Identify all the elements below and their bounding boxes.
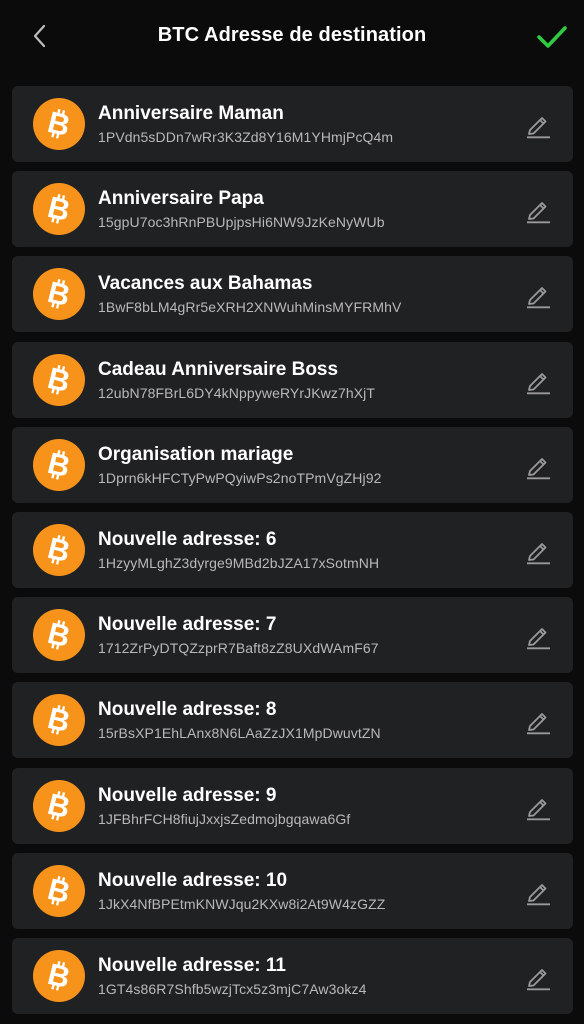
pencil-icon: [527, 117, 550, 139]
app-screen: BTC Adresse de destination B Anniversaire…: [0, 0, 584, 1024]
bitcoin-badge: B: [33, 98, 85, 150]
pencil-icon: [527, 202, 550, 224]
edit-button[interactable]: [523, 195, 553, 225]
address-value: 1712ZrPyDTQZzprR7Baft8zZ8UXdWAmF67: [98, 640, 379, 657]
address-label: Nouvelle adresse: 9: [98, 784, 277, 806]
edit-button[interactable]: [523, 110, 553, 140]
page-title: BTC Adresse de destination: [157, 24, 427, 46]
address-label: Nouvelle adresse: 8: [98, 699, 277, 721]
edit-button[interactable]: [523, 706, 553, 736]
bitcoin-icon: B: [44, 107, 73, 141]
bitcoin-icon: B: [44, 363, 73, 397]
bitcoin-badge: B: [33, 523, 85, 576]
pencil-icon: [527, 543, 550, 565]
bitcoin-badge: B: [33, 438, 85, 491]
pencil-icon: [527, 798, 550, 820]
bitcoin-icon: B: [44, 703, 73, 737]
bitcoin-icon: B: [44, 277, 73, 311]
pencil-icon: [527, 713, 550, 735]
bitcoin-badge: B: [33, 694, 85, 747]
bitcoin-badge: B: [33, 864, 85, 917]
address-item[interactable]: B Organisation mariage 1Dprn6kHFCTyPwPQyiw…: [12, 426, 573, 503]
bitcoin-icon: B: [44, 618, 73, 652]
address-value: 1GT4s86R7Shfb5wzjTcx5z3mjC7Aw3okz4: [98, 980, 367, 997]
address-label: Nouvelle adresse: 6: [98, 528, 277, 550]
edit-button[interactable]: [523, 451, 553, 481]
bitcoin-badge: B: [33, 609, 85, 662]
address-item[interactable]: B Nouvelle adresse: 7 1712ZrPyDTQZzprR7Baf…: [12, 597, 573, 674]
edit-button[interactable]: [523, 621, 553, 651]
address-label: Nouvelle adresse: 7: [98, 614, 277, 636]
top-bar: BTC Adresse de destination: [0, 0, 584, 72]
address-value: 1HzyyMLghZ3dyrge9MBd2bJZA17xSotmNH: [98, 554, 380, 571]
address-value: 1BwF8bLM4gRr5eXRH2XNWuhMinsMYFRMhV: [98, 299, 402, 316]
address-label: Anniversaire Maman: [98, 103, 284, 124]
edit-button[interactable]: [523, 877, 553, 907]
address-item[interactable]: B Nouvelle adresse: 6 1HzyyMLghZ3dyrge9MBd…: [12, 511, 573, 588]
check-icon: [537, 26, 567, 48]
bitcoin-icon: B: [44, 789, 73, 823]
pencil-icon: [527, 968, 550, 991]
bitcoin-badge: B: [33, 183, 85, 236]
address-label: Nouvelle adresse: 10: [98, 869, 288, 891]
address-value: 15gpU7oc3hRnPBUpjpsHi6NW9JzKeNyWUb: [98, 214, 385, 231]
address-value: 15rBsXP1EhLAnx8N6LAaZzJX1MpDwuvtZN: [98, 725, 381, 742]
address-label: Anniversaire Papa: [98, 188, 264, 210]
pencil-icon: [527, 287, 550, 309]
address-value: 12ubN78FBrL6DY4kNppyweRYrJKwz7hXjT: [98, 384, 376, 401]
address-value: 1JFBhrFCH8fiujJxxjsZedmojbgqawa6Gf: [98, 810, 351, 827]
address-item[interactable]: B Anniversaire Maman 1PVdn5sDDn7wRr3K3Zd8Y…: [12, 86, 573, 162]
pencil-icon: [527, 628, 550, 650]
address-label: Nouvelle adresse: 11: [98, 954, 286, 976]
edit-button[interactable]: [523, 536, 553, 566]
address-item[interactable]: B Anniversaire Papa 15gpU7oc3hRnPBUpjpsHi6…: [12, 171, 573, 248]
bitcoin-icon: B: [44, 959, 73, 993]
bitcoin-badge: B: [33, 353, 85, 406]
address-list: B Anniversaire Maman 1PVdn5sDDn7wRr3K3Zd8Y…: [12, 86, 573, 1023]
bitcoin-icon: B: [44, 192, 73, 226]
address-item[interactable]: B Nouvelle adresse: 8 15rBsXP1EhLAnx8N6LAa…: [12, 682, 573, 759]
confirm-button[interactable]: [532, 17, 572, 57]
bitcoin-icon: B: [44, 448, 73, 482]
edit-button[interactable]: [523, 792, 553, 822]
bitcoin-icon: B: [44, 874, 73, 908]
address-item[interactable]: B Nouvelle adresse: 10 1JkX4NfBPEtmKNWJqu2…: [12, 852, 573, 929]
address-value: 1PVdn5sDDn7wRr3K3Zd8Y16M1YHmjPcQ4m: [98, 129, 394, 145]
bitcoin-icon: B: [44, 533, 73, 567]
edit-button[interactable]: [523, 366, 553, 396]
bitcoin-badge: B: [33, 949, 85, 1002]
address-item[interactable]: B Vacances aux Bahamas 1BwF8bLM4gRr5eXRH2X…: [12, 256, 573, 333]
pencil-icon: [527, 372, 550, 394]
address-label: Organisation mariage: [98, 443, 294, 465]
bitcoin-badge: B: [33, 268, 85, 321]
edit-button[interactable]: [523, 280, 553, 310]
pencil-icon: [527, 883, 550, 905]
address-label: Cadeau Anniversaire Boss: [98, 358, 339, 380]
address-item[interactable]: B Nouvelle adresse: 11 1GT4s86R7Shfb5wzjTc…: [12, 937, 573, 1014]
edit-button[interactable]: [523, 962, 553, 992]
address-label: Vacances aux Bahamas: [98, 273, 313, 295]
pencil-icon: [527, 457, 550, 479]
address-item[interactable]: B Cadeau Anniversaire Boss 12ubN78FBrL6DY4…: [12, 341, 573, 418]
address-value: 1JkX4NfBPEtmKNWJqu2KXw8i2At9W4zGZZ: [98, 895, 386, 912]
bitcoin-badge: B: [33, 779, 85, 832]
address-item[interactable]: B Nouvelle adresse: 9 1JFBhrFCH8fiujJxxjsZ…: [12, 767, 573, 844]
address-value: 1Dprn6kHFCTyPwPQyiwPs2noTPmVgZHj92: [98, 469, 382, 486]
